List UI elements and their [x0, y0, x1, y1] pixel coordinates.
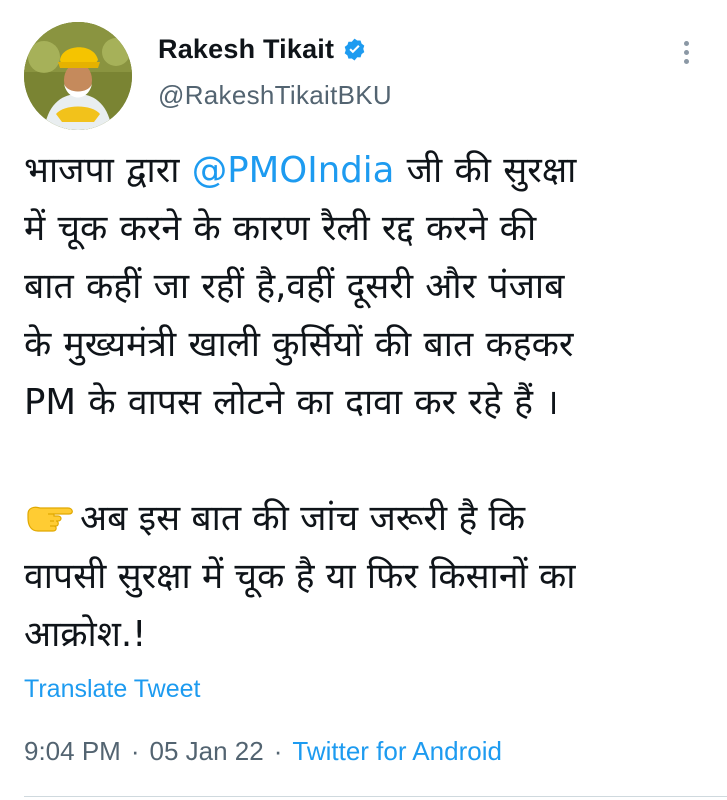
meta-separator: ·: [130, 736, 140, 766]
mention-link[interactable]: @PMOIndia: [192, 150, 395, 191]
more-dot: [683, 49, 689, 55]
tweet-text-line: आक्रोश.!: [24, 614, 147, 655]
tweet-text-line: PM के वापस लोटने का दावा कर रहे हैं ।: [24, 382, 559, 423]
verified-badge-icon: [342, 37, 367, 62]
avatar[interactable]: [24, 22, 132, 130]
tweet-text-line: भाजपा द्वारा: [24, 150, 192, 191]
more-dot: [683, 40, 689, 46]
translate-tweet-link[interactable]: Translate Tweet: [24, 675, 200, 704]
tweet-text-line: वापसी सुरक्षा में चूक है या फिर किसानों …: [24, 556, 576, 597]
tweet-time[interactable]: 9:04 PM: [24, 736, 121, 767]
tweet-date[interactable]: 05 Jan 22: [150, 736, 264, 767]
tweet-text-paragraph-1: भाजपा द्वारा @PMOIndia जी की सुरक्षा में …: [24, 142, 704, 432]
avatar-image: [24, 22, 132, 130]
more-options-icon[interactable]: [668, 34, 704, 70]
tweet-text-paragraph-2: अब इस बात की जांच जरूरी है कि वापसी सुरक्…: [24, 490, 704, 664]
tweet-meta: 9:04 PM · 05 Jan 22 · Twitter for Androi…: [24, 736, 502, 767]
author-name[interactable]: Rakesh Tikait: [158, 34, 334, 65]
author-name-row: Rakesh Tikait: [158, 34, 367, 65]
more-dot: [683, 58, 689, 64]
tweet-text-line: बात कहीं जा रहीं है,वहीं दूसरी और पंजाब: [24, 266, 565, 307]
author-handle[interactable]: @RakeshTikaitBKU: [158, 80, 392, 111]
tweet-text-line: में चूक करने के कारण रैली रद्द करने की: [24, 208, 537, 249]
tweet-card: Rakesh Tikait @RakeshTikaitBKU भाजपा द्व…: [0, 0, 727, 800]
meta-separator: ·: [273, 736, 283, 766]
tweet-source-link[interactable]: Twitter for Android: [292, 736, 502, 767]
tweet-text-line: अब इस बात की जांच जरूरी है कि: [80, 498, 525, 539]
divider: [24, 796, 727, 797]
tweet-text-line: जी की सुरक्षा: [394, 150, 577, 191]
backhand-index-pointing-right-emoji: [24, 494, 76, 532]
tweet-text-line: के मुख्यमंत्री खाली कुर्सियों की बात कहक…: [24, 324, 574, 365]
